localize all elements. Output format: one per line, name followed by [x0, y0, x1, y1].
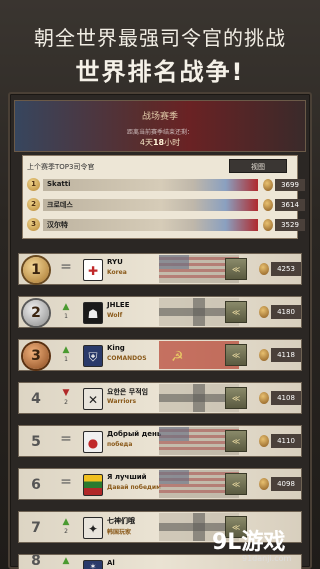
lithuania-emblem-icon: . [83, 474, 103, 496]
player-score: 4098 [271, 477, 301, 491]
top3-row[interactable]: 2 크로데스 3614 [27, 197, 305, 213]
player-name: Al [107, 559, 115, 567]
player-name: 요한은 무적임 [107, 388, 149, 396]
top3-row[interactable]: 1 Skatti 3699 [27, 177, 305, 193]
rank-change: = [60, 431, 72, 447]
cross-emblem-icon: ✚ [83, 259, 103, 281]
rank-medal: 2 [23, 300, 49, 326]
name-bar [43, 199, 258, 211]
watermark-logo: 9L游戏 [212, 530, 286, 555]
rank-medal: 3 [23, 343, 49, 369]
top3-row[interactable]: 3 汉尔特 3529 [27, 217, 305, 233]
rank-insignia-icon: ≪ [225, 258, 247, 280]
rank-badge: 3 [27, 218, 40, 231]
ranking-row[interactable]: 4 ▼ 2 ✕ 요한은 무적임 Warriors ≪ 4108 [18, 382, 302, 414]
top3-header: 上个赛季TOP3司令官 [27, 163, 95, 171]
medal-icon [259, 392, 269, 404]
rank-medal: 1 [23, 257, 49, 283]
medal-icon [259, 478, 269, 490]
medal-icon [259, 263, 269, 275]
eagle-emblem-icon: ✶ [83, 560, 103, 569]
rank-change: ▲ 1 [62, 302, 70, 321]
korea-emblem-icon: ● [83, 431, 103, 453]
player-name: RYU [107, 258, 123, 266]
clan-name: победа [107, 441, 133, 448]
wolf-emblem-icon: ☗ [83, 302, 103, 324]
player-score: 4110 [271, 434, 301, 448]
player-name: 汉尔特 [47, 221, 68, 229]
medal-icon [263, 219, 273, 231]
rank-number: 8 [31, 553, 41, 569]
clan-name: Korea [107, 269, 127, 276]
player-score: 3529 [275, 219, 305, 231]
player-score: 3614 [275, 199, 305, 211]
rank-change: ▲ [62, 556, 70, 566]
promo-header: 朝全世界最强司令官的挑战 世界排名战争! [0, 0, 320, 88]
clan-name: COMANDOS [107, 355, 147, 362]
player-name: JHLEE [107, 301, 130, 309]
player-name: Добрый день [107, 430, 162, 438]
clan-name: Warriors [107, 398, 137, 405]
rank-insignia-icon: ≪ [225, 473, 247, 495]
player-score: 4108 [271, 391, 301, 405]
promo-line1: 朝全世界最强司令官的挑战 [34, 26, 286, 50]
medal-icon [259, 306, 269, 318]
rank-change: = [60, 259, 72, 275]
watermark: 9L游戏 91danji.com [212, 524, 320, 569]
player-name: King [107, 344, 125, 352]
ranking-row[interactable]: 1 = ✚ RYU Korea ≪ 4253 [18, 253, 302, 285]
player-name: Skatti [47, 180, 71, 188]
clan-name: Wolf [107, 312, 123, 319]
rank-change: ▼ 2 [62, 388, 70, 407]
player-score: 4118 [271, 348, 301, 362]
name-bar [43, 179, 258, 191]
season-title: 战场赛季 [141, 112, 178, 122]
rank-number: 6 [31, 477, 41, 493]
medal-icon [263, 199, 273, 211]
player-name: 七神们哦 [107, 517, 135, 525]
rank-number: 5 [31, 434, 41, 450]
view-button[interactable]: 视图 [229, 159, 287, 173]
season-banner: 战场赛季 距离当前赛季结束还剩： 4天18小时 [14, 100, 306, 152]
ranking-row[interactable]: 3 ▲ 1 ⛨ King COMANDOS ☭ ≪ 4118 [18, 339, 302, 371]
clan-name: 韩国玩家 [107, 529, 132, 536]
season-countdown: 4天18小时 [139, 138, 181, 147]
player-score: 4253 [271, 262, 301, 276]
rank-number: 4 [31, 391, 41, 407]
swords-emblem-icon: ✕ [83, 388, 103, 410]
star-emblem-icon: ✦ [83, 517, 103, 539]
player-score: 4180 [271, 305, 301, 319]
player-score: 3699 [275, 179, 305, 191]
rank-insignia-icon: ≪ [225, 387, 247, 409]
svg-text:☭: ☭ [171, 349, 184, 365]
rank-number: 7 [31, 520, 41, 536]
rank-insignia-icon: ≪ [225, 430, 247, 452]
ranking-row[interactable]: 6 = . Я лучший Давай победим ≪ 4098 [18, 468, 302, 500]
promo-line2: 世界排名战争! [75, 58, 245, 86]
clan-name: Давай победим [107, 484, 162, 491]
player-name: Я лучший [107, 473, 147, 481]
rank-change: = [60, 474, 72, 490]
rank-badge: 2 [27, 198, 40, 211]
ranking-row[interactable]: 2 ▲ 1 ☗ JHLEE Wolf ≪ 4180 [18, 296, 302, 328]
top3-panel: 上个赛季TOP3司令官 视图 1 Skatti 3699 2 크로데스 3614… [22, 155, 305, 239]
season-subtitle: 距离当前赛季结束还剩： [126, 129, 193, 136]
rank-badge: 1 [27, 178, 40, 191]
rank-insignia-icon: ≪ [225, 301, 247, 323]
shield-emblem-icon: ⛨ [83, 345, 103, 367]
player-name: 크로데스 [47, 201, 73, 209]
ranking-row[interactable]: 5 = ● Добрый день победа ≪ 4110 [18, 425, 302, 457]
medal-icon [263, 179, 273, 191]
rank-insignia-icon: ≪ [225, 344, 247, 366]
rank-change: ▲ 1 [62, 345, 70, 364]
watermark-url: 91danji.com [242, 554, 292, 563]
name-bar [43, 219, 258, 231]
medal-icon [259, 435, 269, 447]
medal-icon [259, 349, 269, 361]
rank-change: ▲ 2 [62, 517, 70, 536]
